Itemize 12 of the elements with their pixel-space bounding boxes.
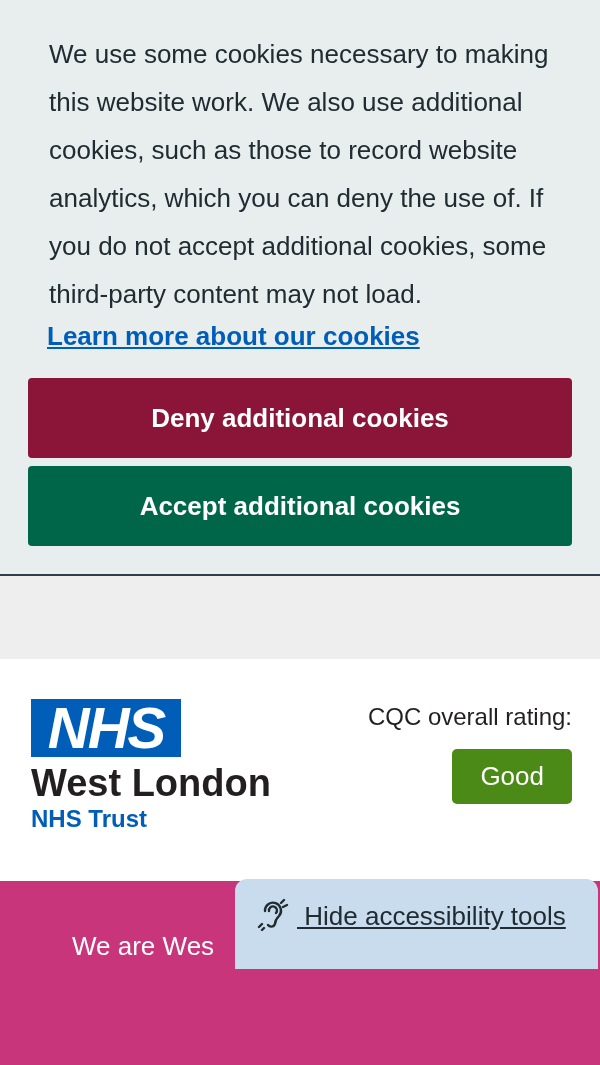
cookies-link[interactable]: Learn more about our cookies [47,318,420,354]
rating-label: CQC overall rating: [367,702,572,732]
cookie-message: We use some cookies necessary to making this website work. We also use additional cookies, such as those to record website analytics, which you can deny the use of. If you do not accept additional cookies, some third-party content may not load. [49,38,550,311]
deny-button[interactable]: Deny additional cookies [28,378,572,458]
ear-icon [255,897,289,931]
trust-subtitle: NHS Trust [31,805,148,833]
accept-button[interactable]: Accept additional cookies [28,466,572,546]
accessibility-toggle[interactable]: Hide accessibility tools [235,879,598,969]
rating-badge: Good [452,749,572,804]
trust-name: West London [31,761,271,805]
hero-text: We are Wes [72,931,215,961]
nhs-logo[interactable]: NHS [31,699,181,757]
